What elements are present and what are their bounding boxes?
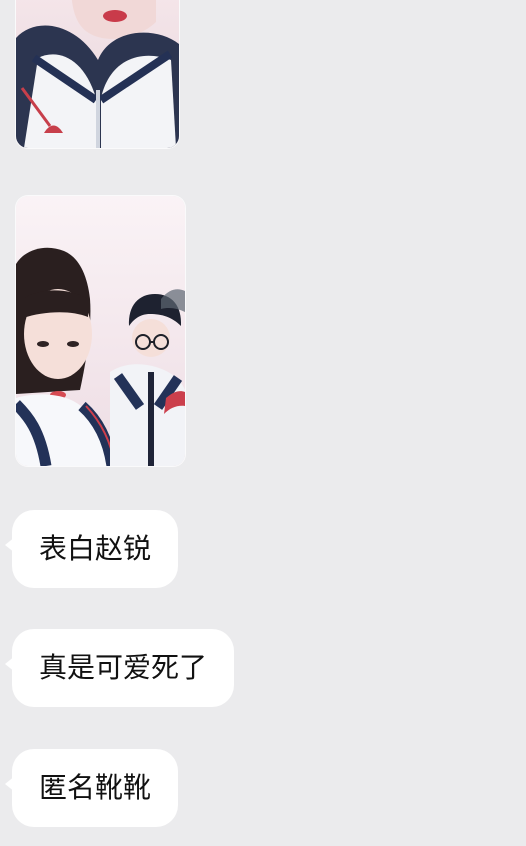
photo-message-bottom[interactable] [16, 196, 185, 466]
message-row: 真是可爱死了 [4, 629, 235, 707]
message-bubble[interactable]: 匿名靴靴 [4, 749, 179, 827]
message-row: 匿名靴靴 [4, 749, 179, 827]
message-row: 表白赵锐 [4, 510, 179, 588]
message-bubble[interactable]: 表白赵锐 [4, 510, 179, 588]
photo-bottom-image [16, 196, 185, 466]
chat-thread: 表白赵锐 真是可爱死了 匿名靴靴 [0, 0, 526, 846]
message-bubble[interactable]: 真是可爱死了 [4, 629, 235, 707]
photo-top-image [16, 0, 179, 148]
photo-message-top[interactable] [16, 0, 179, 148]
